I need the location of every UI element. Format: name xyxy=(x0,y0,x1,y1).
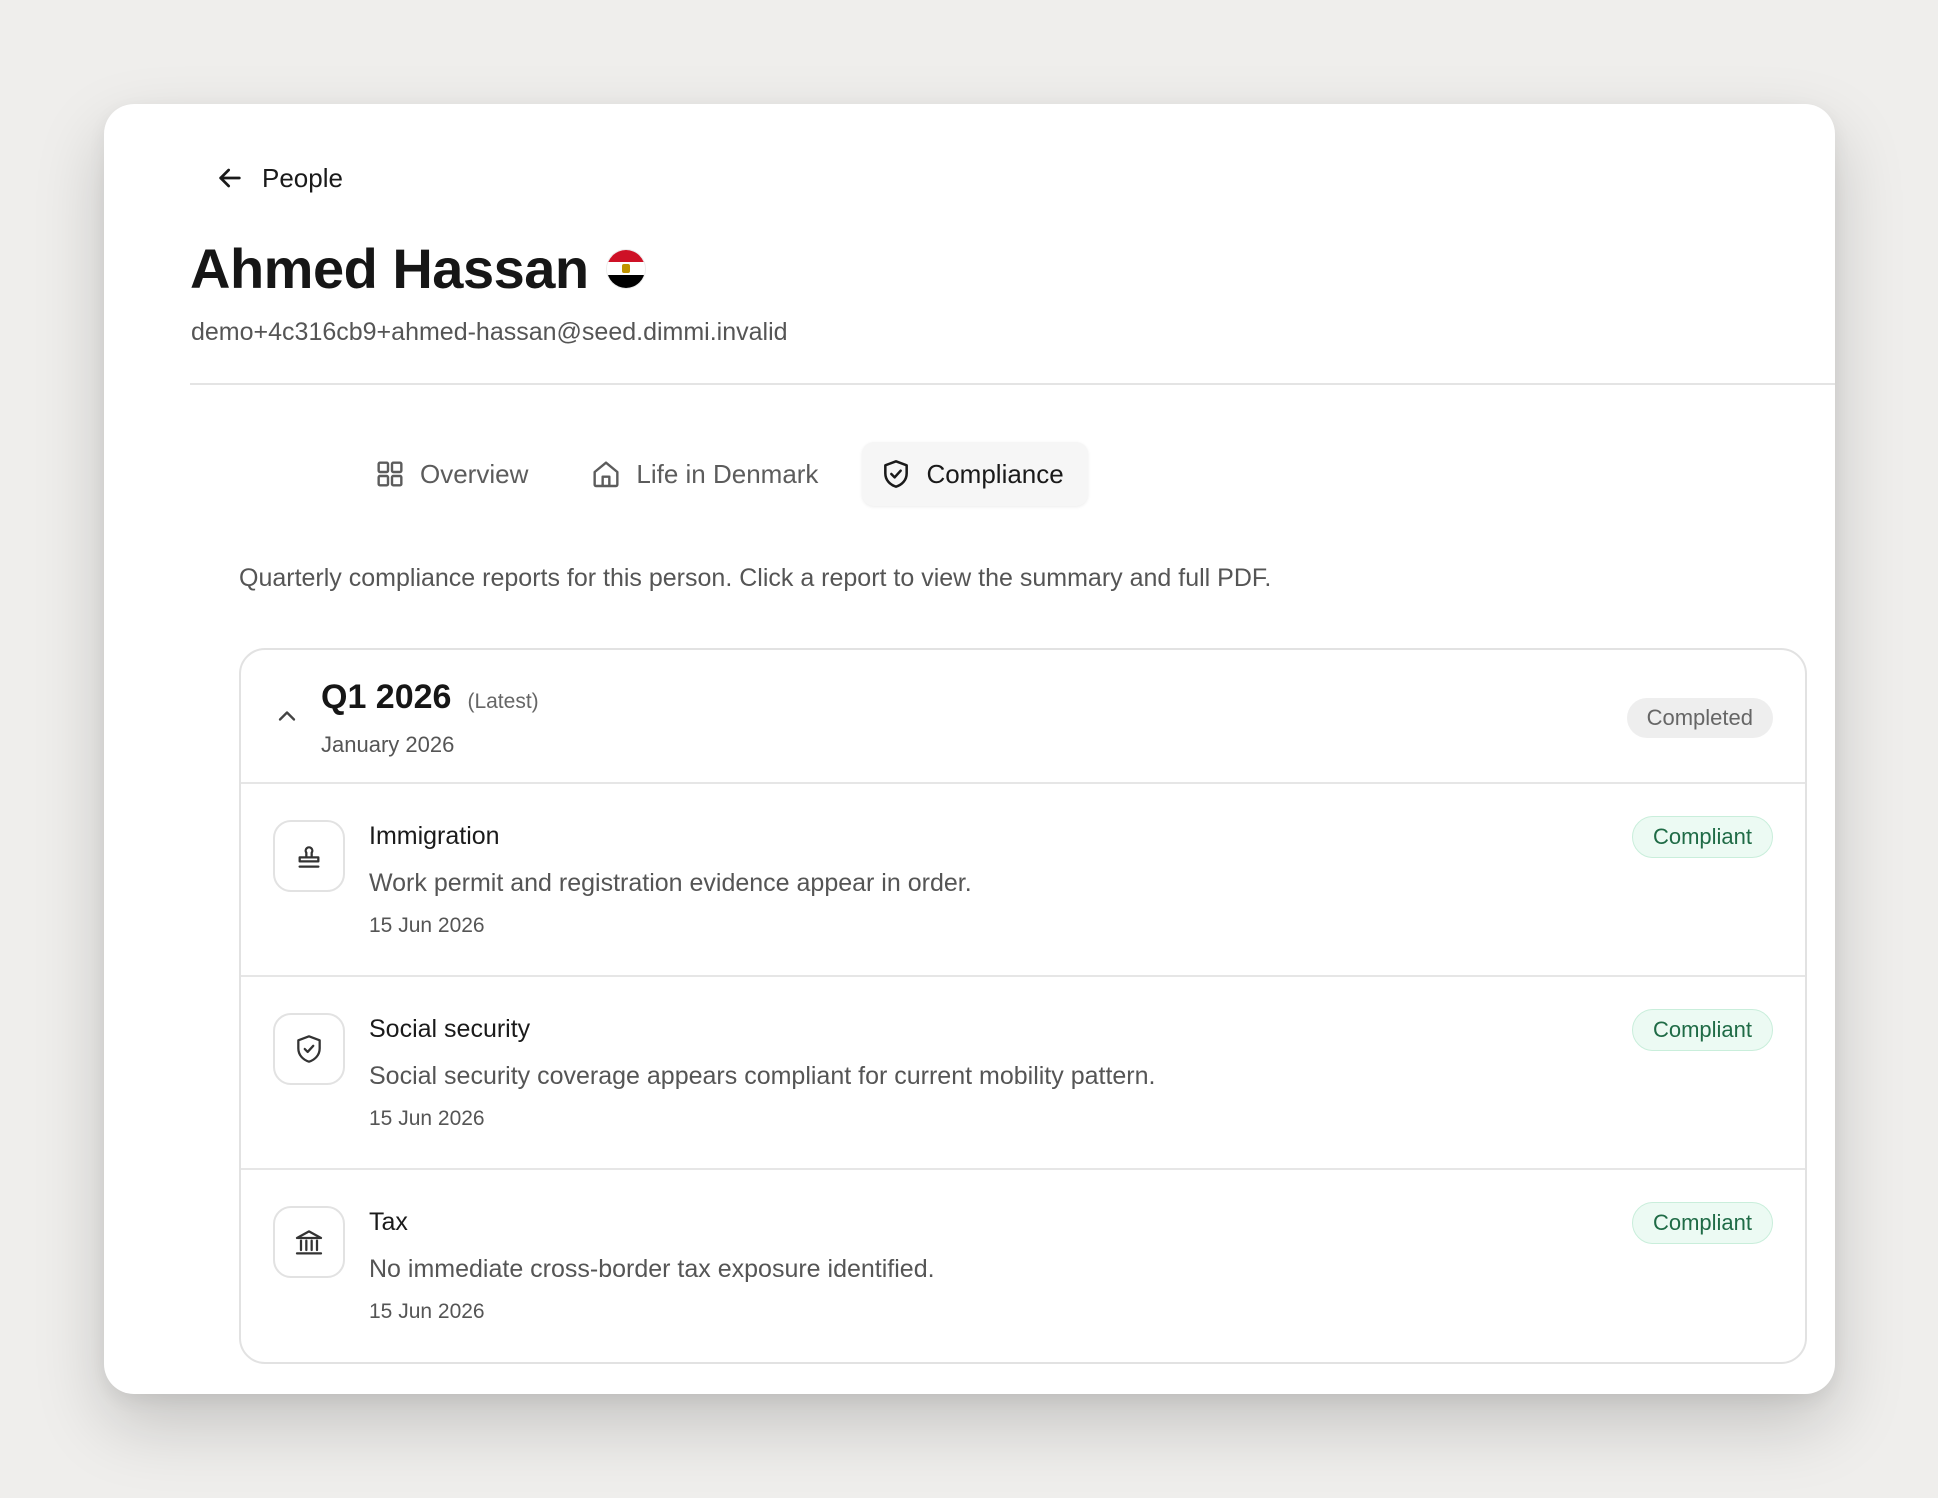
report-latest-tag: (Latest) xyxy=(467,690,539,713)
item-date: 15 Jun 2026 xyxy=(369,1300,485,1323)
tab-overview-label: Overview xyxy=(420,458,529,489)
home-icon xyxy=(593,461,619,488)
tab-compliance-label: Compliance xyxy=(926,458,1064,489)
stamp-icon xyxy=(298,846,320,868)
grid-icon xyxy=(377,461,403,487)
shield-check-icon xyxy=(297,1035,321,1063)
egypt-flag-icon xyxy=(606,249,645,288)
person-email: demo+4c316cb9+ahmed-hassan@seed.dimmi.in… xyxy=(191,318,788,346)
bank-icon xyxy=(295,1230,323,1255)
item-date: 15 Jun 2026 xyxy=(369,1107,485,1130)
report-quarter: Q1 2026 xyxy=(321,678,452,716)
profile-window: People Ahmed Hassan demo+4c316cb9+ahmed-… xyxy=(104,104,1835,1394)
item-description: No immediate cross-border tax exposure i… xyxy=(369,1255,935,1283)
tab-life-in-denmark-label: Life in Denmark xyxy=(636,458,819,489)
back-link-label: People xyxy=(262,162,343,193)
report-card-q1-2026: Q1 2026 (Latest) January 2026 Completed … xyxy=(239,648,1807,1364)
row-icon-box xyxy=(273,1206,345,1278)
report-item-social-security[interactable]: Social security Social security coverage… xyxy=(241,977,1805,1170)
compliant-badge: Compliant xyxy=(1631,1202,1773,1244)
arrow-left-icon xyxy=(219,168,241,188)
profile-tabs: Overview Life in Denmark Compliance xyxy=(356,442,1088,506)
chevron-up-icon[interactable] xyxy=(273,702,301,730)
item-description: Work permit and registration evidence ap… xyxy=(369,869,972,897)
tab-compliance[interactable]: Compliance xyxy=(862,442,1088,506)
back-to-people-link[interactable]: People xyxy=(214,154,343,202)
item-title: Immigration xyxy=(369,822,500,850)
item-title: Tax xyxy=(369,1208,408,1236)
shield-check-icon xyxy=(884,460,909,488)
item-date: 15 Jun 2026 xyxy=(369,914,485,937)
row-icon-box xyxy=(273,1013,345,1085)
header-divider xyxy=(190,383,1835,385)
compliant-badge: Compliant xyxy=(1631,1009,1773,1051)
tab-overview[interactable]: Overview xyxy=(356,442,552,506)
report-title: Q1 2026 (Latest) xyxy=(321,678,539,717)
report-status-badge: Completed xyxy=(1626,698,1773,738)
report-item-immigration[interactable]: Immigration Work permit and registration… xyxy=(241,784,1805,977)
compliant-badge: Compliant xyxy=(1631,816,1773,858)
person-name: Ahmed Hassan xyxy=(190,237,589,300)
item-title: Social security xyxy=(369,1015,531,1043)
row-icon-box xyxy=(273,820,345,892)
report-item-tax[interactable]: Tax No immediate cross-border tax exposu… xyxy=(241,1170,1805,1363)
report-header[interactable]: Q1 2026 (Latest) January 2026 Completed xyxy=(241,650,1805,784)
compliance-intro-text: Quarterly compliance reports for this pe… xyxy=(239,564,1272,592)
tab-life-in-denmark[interactable]: Life in Denmark xyxy=(572,442,842,506)
item-description: Social security coverage appears complia… xyxy=(369,1062,1156,1090)
person-header: Ahmed Hassan xyxy=(190,236,645,301)
report-period: January 2026 xyxy=(321,732,455,757)
